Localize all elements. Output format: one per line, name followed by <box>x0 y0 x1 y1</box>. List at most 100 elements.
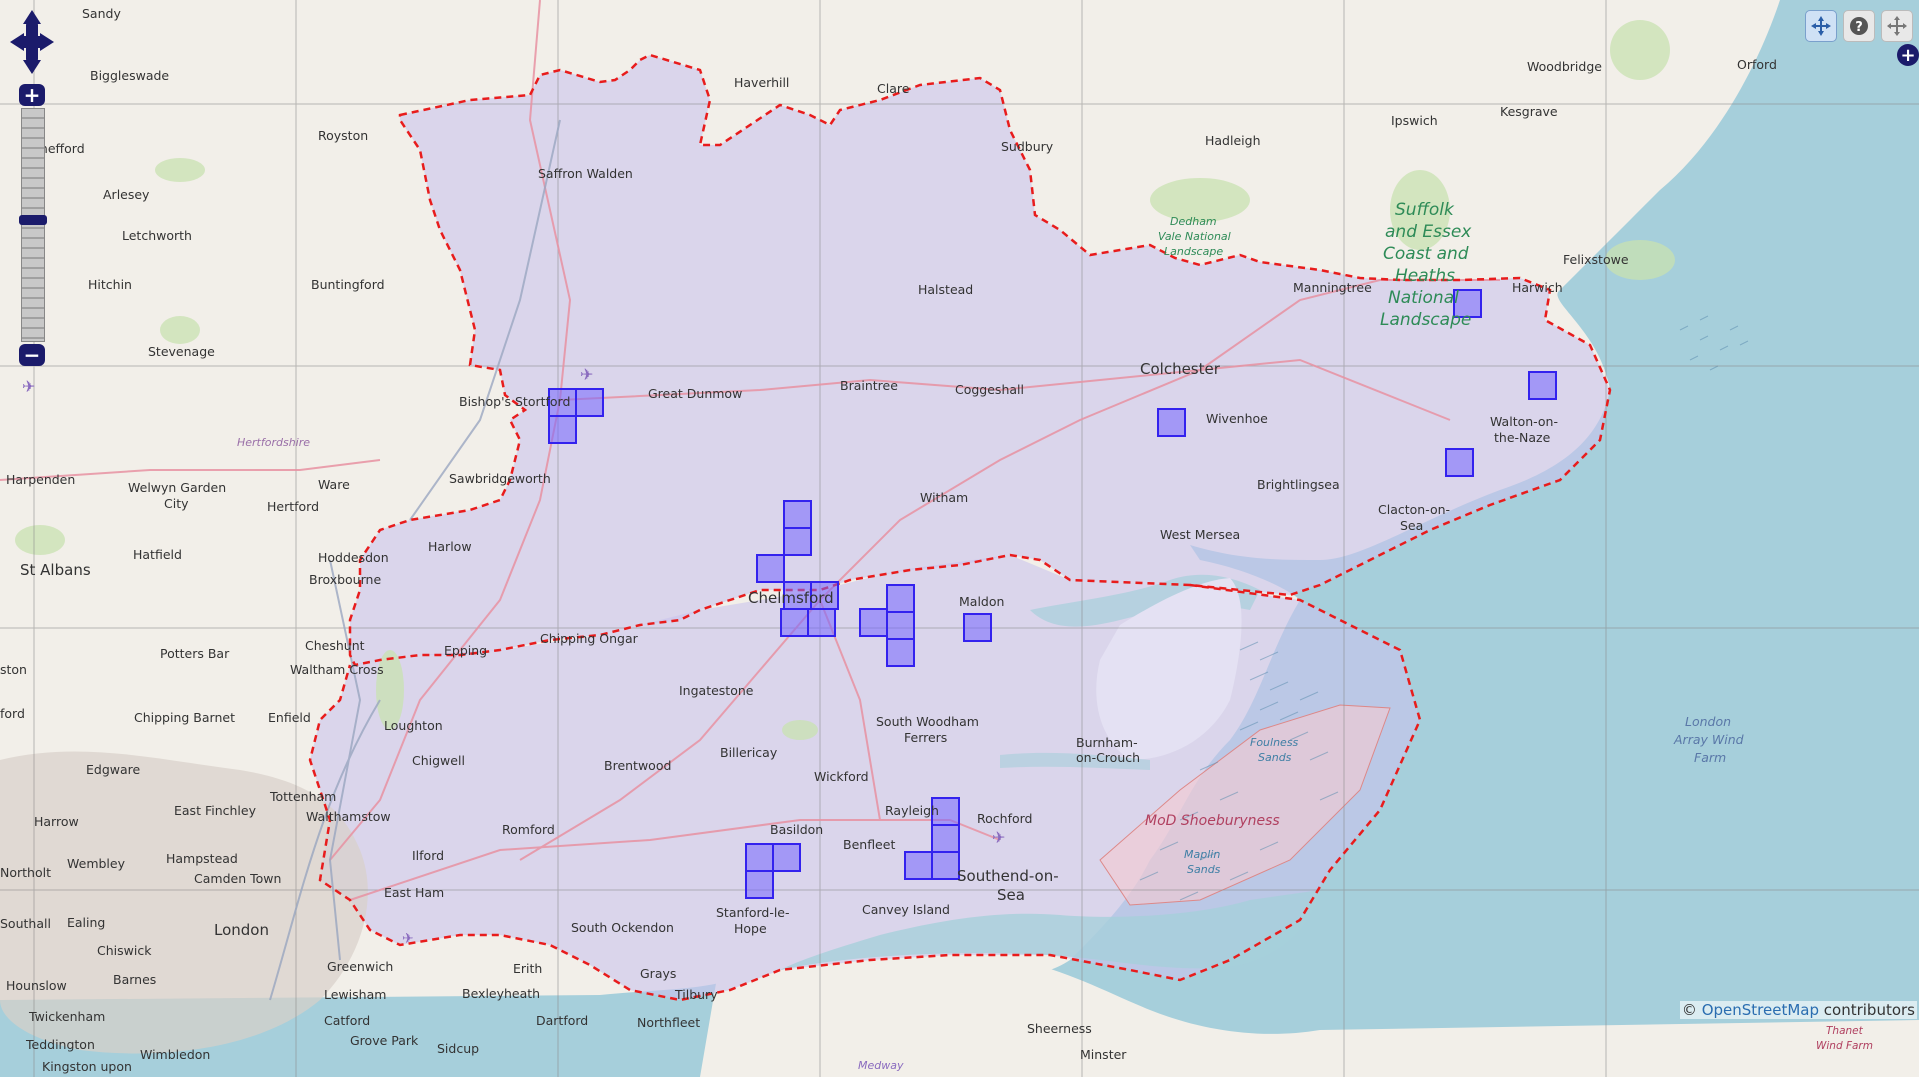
place-label: City <box>164 496 189 511</box>
place-label: London <box>1685 714 1731 729</box>
place-label: ford <box>0 706 25 721</box>
place-label: Wickford <box>814 769 869 784</box>
place-label: Hoddesdon <box>318 550 389 565</box>
survey-square[interactable] <box>745 870 774 899</box>
place-label: Walthamstow <box>306 809 391 824</box>
place-label: Wivenhoe <box>1206 411 1268 426</box>
survey-square[interactable] <box>1528 371 1557 400</box>
place-label: Clacton-on- <box>1378 502 1450 517</box>
survey-square[interactable] <box>886 584 915 613</box>
place-label: Suffolk <box>1395 200 1455 220</box>
survey-square[interactable] <box>807 608 836 637</box>
place-label: Chipping Barnet <box>134 710 235 725</box>
place-label: Lewisham <box>324 987 386 1002</box>
place-label: Orford <box>1737 57 1777 72</box>
survey-square[interactable] <box>772 843 801 872</box>
map-canvas[interactable]: ✈ ✈ ✈ ✈ Sandy Biggleswade Haverhill Clar… <box>0 0 1919 1077</box>
pan-up-icon[interactable] <box>23 10 41 24</box>
place-label: Sheerness <box>1027 1021 1092 1036</box>
place-label: East Finchley <box>174 803 257 818</box>
place-label: and Essex <box>1385 222 1472 242</box>
survey-square[interactable] <box>756 554 785 583</box>
place-label: Greenwich <box>327 959 393 974</box>
place-label: East Ham <box>384 885 444 900</box>
place-label: Maldon <box>959 594 1004 609</box>
place-label: Welwyn Garden <box>128 480 226 495</box>
survey-square[interactable] <box>931 824 960 853</box>
copyright-symbol: © <box>1681 1001 1697 1019</box>
survey-square[interactable] <box>783 527 812 556</box>
survey-square[interactable] <box>859 608 888 637</box>
zoom-out-button[interactable]: − <box>19 344 45 366</box>
place-label: Array Wind <box>1673 732 1744 747</box>
survey-square[interactable] <box>963 613 992 642</box>
place-label: Northolt <box>0 865 51 880</box>
place-label: Letchworth <box>122 228 192 243</box>
survey-square[interactable] <box>886 611 915 640</box>
place-label: Loughton <box>384 718 443 733</box>
osm-link[interactable]: OpenStreetMap <box>1702 1001 1819 1019</box>
survey-square[interactable] <box>575 388 604 417</box>
pan-control[interactable] <box>8 8 56 76</box>
place-label: West Mersea <box>1160 527 1240 542</box>
layer-switcher-button[interactable]: + <box>1897 44 1919 66</box>
place-label: Bishop's Stortford <box>459 394 570 409</box>
place-label: Chiswick <box>97 943 152 958</box>
place-label: Chigwell <box>412 753 465 768</box>
place-label: St Albans <box>20 561 91 579</box>
pan-down-icon[interactable] <box>23 60 41 74</box>
navigation-icon <box>1811 16 1831 36</box>
place-label: Billericay <box>720 745 778 760</box>
svg-text:✈: ✈ <box>580 365 593 384</box>
survey-square[interactable] <box>1157 408 1186 437</box>
place-label: Ingatestone <box>679 683 754 698</box>
pan-tool-button[interactable] <box>1881 10 1913 42</box>
place-label: Barnes <box>113 972 156 987</box>
place-label: Hampstead <box>166 851 238 866</box>
place-label: Great Dunmow <box>648 386 742 401</box>
pan-icon <box>1887 16 1907 36</box>
place-label: Colchester <box>1140 360 1221 378</box>
place-label: Harlow <box>428 539 472 554</box>
place-label: Kesgrave <box>1500 104 1558 119</box>
place-label: Arlesey <box>103 187 150 202</box>
place-label: Landscape <box>1164 245 1223 258</box>
zoom-slider-handle[interactable] <box>19 215 47 225</box>
survey-square[interactable] <box>548 415 577 444</box>
place-label: Harpenden <box>6 472 75 487</box>
place-label: Royston <box>318 128 368 143</box>
place-label: Brentwood <box>604 758 671 773</box>
navigation-tool-button[interactable] <box>1805 10 1837 42</box>
place-label: Chelmsford <box>748 589 834 607</box>
place-label: Sea <box>997 886 1025 904</box>
place-label: Burnham- <box>1076 735 1138 750</box>
survey-square[interactable] <box>745 843 774 872</box>
zoom-slider-track[interactable] <box>19 108 47 342</box>
place-label: Catford <box>324 1013 370 1028</box>
place-label: Halstead <box>918 282 973 297</box>
place-label: Tilbury <box>674 987 718 1002</box>
place-label: Dedham <box>1170 215 1217 228</box>
place-label: Wind Farm <box>1816 1040 1873 1052</box>
place-label: on-Crouch <box>1076 750 1140 765</box>
survey-square[interactable] <box>1445 448 1474 477</box>
place-label: Woodbridge <box>1527 59 1602 74</box>
place-label: Thanet <box>1826 1025 1864 1037</box>
place-label: Cheshunt <box>305 638 365 653</box>
survey-square[interactable] <box>931 851 960 880</box>
place-label: Hertford <box>267 499 319 514</box>
place-label: Buntingford <box>311 277 385 292</box>
survey-square[interactable] <box>886 638 915 667</box>
place-label: Walton-on- <box>1490 414 1558 429</box>
zoom-in-button[interactable]: + <box>19 84 45 106</box>
zoom-control: + − <box>19 84 47 366</box>
place-label: Rochford <box>977 811 1032 826</box>
place-label: Coast and <box>1383 244 1469 264</box>
query-tool-button[interactable]: ? <box>1843 10 1875 42</box>
survey-square[interactable] <box>783 500 812 529</box>
survey-square[interactable] <box>780 608 809 637</box>
survey-square[interactable] <box>904 851 933 880</box>
place-label: Farm <box>1694 750 1726 765</box>
attribution-suffix: contributors <box>1823 1001 1915 1019</box>
place-label: ston <box>0 662 27 677</box>
